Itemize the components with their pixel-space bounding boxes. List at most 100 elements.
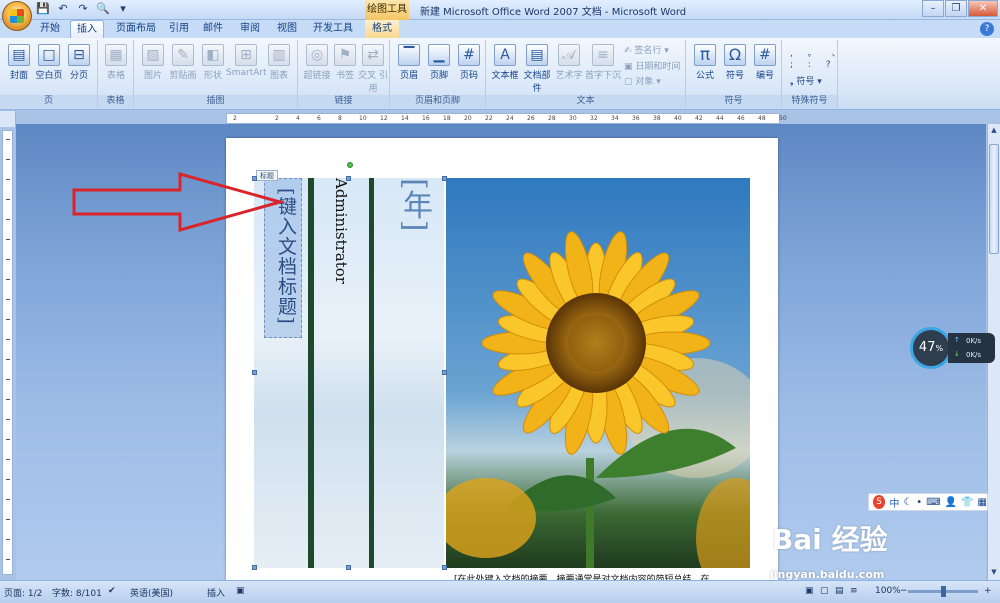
chart-button[interactable]: ▥ 图表	[262, 42, 296, 92]
save-icon[interactable]: 💾	[36, 2, 50, 16]
zoom-slider[interactable]	[908, 586, 978, 597]
ime-toolbar[interactable]: S 中 ☾ • ⌨ 👤 👕 ▦	[868, 493, 988, 511]
tab-page-layout[interactable]: 页面布局	[108, 20, 164, 38]
print-layout-icon[interactable]: ▣	[805, 586, 814, 596]
zoom-level[interactable]: 100%	[875, 586, 901, 596]
abstract-placeholder[interactable]: [在此处键入文档的摘要。摘要通常是对文档内容的简短总结。在	[454, 572, 710, 580]
colon-icon[interactable]: ; : ?	[790, 60, 837, 70]
year-field[interactable]: [年]	[392, 178, 436, 231]
selection-handle[interactable]	[442, 176, 447, 181]
footer-button[interactable]: ▁ 页脚	[422, 42, 456, 92]
selection-handle[interactable]	[442, 370, 447, 375]
punctuation-icon[interactable]: , 。 、	[790, 46, 847, 59]
zoom-slider-knob[interactable]	[941, 586, 946, 597]
sunflower-picture[interactable]	[446, 178, 750, 568]
zoom-out-icon[interactable]: −	[900, 586, 908, 596]
tab-insert[interactable]: 插入	[70, 20, 104, 38]
selection-handle[interactable]	[346, 176, 351, 181]
speed-panel: ↑ 0K/s ↓ 0K/s	[948, 333, 995, 363]
insert-mode[interactable]: 插入	[207, 586, 225, 599]
scroll-down-icon[interactable]: ▼	[989, 568, 999, 578]
signature-line-button[interactable]: ✍ 签名行 ▾	[624, 43, 669, 56]
page-count[interactable]: 页面: 1/2	[4, 586, 42, 599]
undo-icon[interactable]: ↶	[56, 2, 70, 16]
selection-handle[interactable]	[252, 565, 257, 570]
date-time-button[interactable]: ▣ 日期和时间	[624, 59, 680, 72]
tab-review[interactable]: 审阅	[235, 20, 265, 38]
zoom-in-icon[interactable]: +	[984, 586, 992, 596]
group-text: A 文本框 ▤ 文档部件 𝒜 艺术字 ≡ 首字下沉 ✍ 签名行 ▾ ▣ 日期和时间 ▢ …	[486, 40, 686, 108]
sogou-icon[interactable]: S	[873, 495, 886, 509]
equation-button[interactable]: π 公式	[688, 42, 722, 92]
ruler-tick: 18	[443, 115, 451, 122]
tab-developer[interactable]: 开发工具	[308, 20, 358, 38]
redo-icon[interactable]: ↷	[76, 2, 90, 16]
ruler-toggle[interactable]	[0, 111, 16, 127]
wordart-button[interactable]: 𝒜 艺术字	[552, 42, 586, 92]
smartart-button[interactable]: ⊞ SmartArt	[226, 42, 267, 92]
rotation-handle[interactable]	[347, 162, 353, 168]
keyboard-icon[interactable]: ⌨	[926, 497, 940, 508]
print-preview-icon[interactable]: 🔍	[96, 2, 110, 16]
vertical-ruler-tick	[6, 139, 10, 140]
language-indicator[interactable]: 英语(美国)	[130, 586, 173, 599]
tab-mailings[interactable]: 邮件	[198, 20, 228, 38]
grid-icon[interactable]: ▦	[978, 497, 987, 508]
cover-button[interactable]: ▤ 封面	[2, 42, 36, 92]
minimize-button[interactable]: –	[922, 0, 944, 17]
page-number-button[interactable]: # 页码	[452, 42, 486, 92]
page-break-button[interactable]: ⊟ 分页	[62, 42, 96, 92]
vertical-ruler[interactable]	[2, 130, 13, 575]
number-button[interactable]: # 编号	[748, 42, 782, 92]
quick-parts-icon: ▤	[526, 44, 548, 66]
scroll-up-icon[interactable]: ▲	[989, 126, 999, 136]
vertical-ruler-tick	[6, 459, 10, 460]
vertical-ruler-tick	[6, 559, 10, 560]
ime-language[interactable]: 中	[889, 495, 899, 510]
cross-reference-button[interactable]: ⇄ 交叉 引用	[356, 42, 390, 94]
horizontal-ruler[interactable]: 2 2 4 6 8 10 12 14 16 18 20 22 24 26 28 30 32 34 36 38 40 42 4…	[226, 113, 787, 124]
ruler-tick: 44	[716, 115, 724, 122]
text-box-button[interactable]: A 文本框	[488, 42, 522, 92]
full-screen-icon[interactable]: ▢	[820, 586, 829, 596]
blank-page-button[interactable]: □ 空白页	[32, 42, 66, 92]
macro-icon[interactable]: ▣	[236, 586, 245, 596]
help-icon[interactable]: ?	[980, 22, 994, 36]
header-button[interactable]: ▔ 页眉	[392, 42, 426, 92]
author-field[interactable]: Administrator	[332, 178, 350, 284]
ruler-tick: 46	[737, 115, 745, 122]
shapes-button[interactable]: ◧ 形状	[196, 42, 230, 92]
proofing-icon[interactable]: ✔	[108, 586, 116, 596]
word-count[interactable]: 字数: 8/101	[52, 586, 102, 599]
ruler-tick: 20	[464, 115, 472, 122]
picture-button[interactable]: ▨ 图片	[136, 42, 170, 92]
scroll-thumb[interactable]	[989, 144, 999, 254]
object-button[interactable]: ▢ 对象 ▾	[624, 74, 661, 87]
qat-dropdown-icon[interactable]: ▾	[116, 2, 130, 16]
tab-format[interactable]: 格式	[365, 20, 399, 38]
selection-handle[interactable]	[252, 370, 257, 375]
symbol-button[interactable]: Ω 符号	[718, 42, 752, 92]
tab-references[interactable]: 引用	[164, 20, 194, 38]
user-icon[interactable]: 👤	[945, 497, 957, 508]
document-page[interactable]: 标题 [键入文档标题] Administrator [年] [在此处键入文档的摘…	[226, 138, 778, 580]
window-controls: – ❐ ✕	[922, 0, 998, 17]
selection-handle[interactable]	[442, 565, 447, 570]
restore-button[interactable]: ❐	[945, 0, 967, 17]
drop-cap-button[interactable]: ≡ 首字下沉	[584, 42, 622, 92]
network-speed-widget[interactable]: 47% ↑ 0K/s ↓ 0K/s	[910, 327, 995, 369]
special-symbol-button[interactable]: ❟ 符号 ▾	[790, 74, 822, 87]
quick-parts-button[interactable]: ▤ 文档部件	[520, 42, 554, 94]
moon-icon[interactable]: ☾	[903, 497, 912, 508]
clip-art-button[interactable]: ✎ 剪贴画	[166, 42, 200, 92]
selection-handle[interactable]	[346, 565, 351, 570]
punctuation-mode-icon[interactable]: •	[916, 497, 922, 508]
shirt-icon[interactable]: 👕	[961, 497, 973, 508]
outline-icon[interactable]: ≡	[850, 586, 858, 596]
web-layout-icon[interactable]: ▤	[835, 586, 844, 596]
table-button[interactable]: ▦ 表格	[99, 42, 133, 92]
tab-view[interactable]: 视图	[272, 20, 302, 38]
office-button[interactable]	[2, 1, 32, 31]
close-button[interactable]: ✕	[968, 0, 998, 17]
tab-home[interactable]: 开始	[32, 20, 68, 38]
